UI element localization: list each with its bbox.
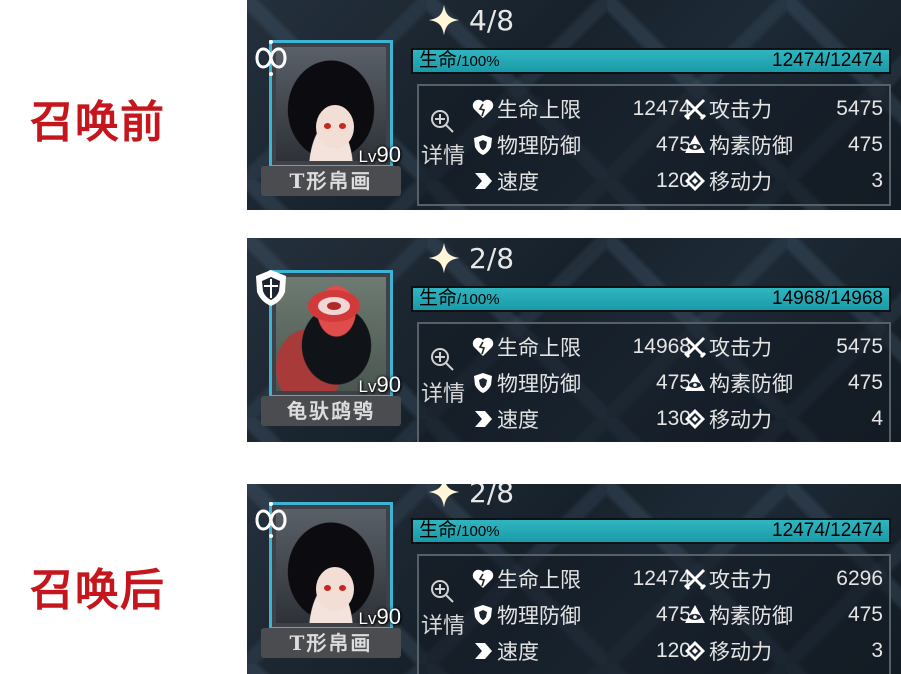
star-rank: 2/8 [427,484,514,512]
hp-label: 生命/100% [419,50,500,71]
label-before: 召唤前 [30,97,165,148]
unit-card-2[interactable]: 2/8 Lv90 龟驮鸱鸮 生命/100% 14968/14968 详情 生命上… [247,238,901,442]
stat-element-defense: 构素防御 475 [683,128,883,162]
details-label: 详情 [421,614,466,639]
move-diamond-icon [685,641,705,661]
magnifier-icon [431,580,454,603]
stat-speed: 速度 120 [471,164,691,198]
details-button[interactable]: 详情 [419,556,469,674]
sparkle-star-icon [428,4,460,36]
move-diamond-icon [685,409,705,429]
shield-icon [474,135,492,155]
shield-icon [474,605,492,625]
stat-movement: 移动力 4 [683,402,883,436]
heart-icon [472,337,494,356]
crossed-swords-icon [683,568,707,591]
eye-triangle-icon [685,135,705,153]
stats-panel: 详情 生命上限 12474 攻击力 6296 物理防御 475 构素防御 475… [417,554,891,674]
dash-arrow-icon [475,411,492,427]
stat-physical-defense: 物理防御 475 [471,366,691,400]
sparkle-star-icon [428,484,460,508]
star-count: 2/8 [469,241,515,275]
stat-speed: 速度 120 [471,634,691,668]
shield-type-icon [256,270,286,306]
hp-bar: 生命/100% 14968/14968 [411,286,891,312]
knot-type-icon [255,502,287,538]
stat-attack: 攻击力 5475 [683,92,883,126]
heart-icon [472,99,494,118]
details-button[interactable]: 详情 [419,324,469,442]
unit-name: T形帛画 [261,628,401,658]
level-badge: Lv90 [358,604,401,629]
stat-physical-defense: 物理防御 475 [471,598,691,632]
hp-value: 12474/12474 [772,50,883,71]
move-diamond-icon [685,171,705,191]
level-badge: Lv90 [358,372,401,397]
stat-max-hp: 生命上限 12474 [471,92,691,126]
stat-attack: 攻击力 5475 [683,330,883,364]
stat-speed: 速度 130 [471,402,691,436]
magnifier-icon [431,110,454,133]
stat-max-hp: 生命上限 14968 [471,330,691,364]
character-face [316,105,354,149]
details-label: 详情 [421,382,466,407]
shield-icon [474,373,492,393]
heart-icon [472,569,494,588]
hp-label: 生命/100% [419,520,500,541]
unit-card-3[interactable]: 2/8 Lv90 T形帛画 生命/100% 12474/12474 详情 生命上… [247,484,901,674]
hp-label: 生命/100% [419,288,500,309]
stat-movement: 移动力 3 [683,164,883,198]
stat-element-defense: 构素防御 475 [683,366,883,400]
stat-element-defense: 构素防御 475 [683,598,883,632]
stat-attack: 攻击力 6296 [683,562,883,596]
eye-triangle-icon [685,373,705,391]
eye-triangle-icon [685,605,705,623]
stats-panel: 详情 生命上限 14968 攻击力 5475 物理防御 475 构素防御 475… [417,322,891,442]
unit-name: 龟驮鸱鸮 [261,396,401,426]
magnifier-icon [431,348,454,371]
label-after: 召唤后 [30,565,165,616]
knot-type-icon [255,40,287,76]
stats-panel: 详情 生命上限 12474 攻击力 5475 物理防御 475 构素防御 475… [417,84,891,206]
hp-bar: 生命/100% 12474/12474 [411,518,891,544]
character-face [316,567,354,611]
level-badge: Lv90 [358,142,401,167]
red-rosette [308,290,360,322]
star-count: 4/8 [469,3,515,37]
hp-value: 14968/14968 [772,288,883,309]
star-rank: 4/8 [427,0,514,40]
hp-value: 12474/12474 [772,520,883,541]
details-button[interactable]: 详情 [419,86,469,204]
crossed-swords-icon [683,98,707,121]
unit-name: T形帛画 [261,166,401,196]
hp-bar: 生命/100% 12474/12474 [411,48,891,74]
details-label: 详情 [421,144,466,169]
stat-max-hp: 生命上限 12474 [471,562,691,596]
sparkle-star-icon [428,242,460,274]
crossed-swords-icon [683,336,707,359]
unit-card-1[interactable]: 4/8 Lv90 T形帛画 生命/100% 12474/12474 详情 生命上… [247,0,901,210]
stat-physical-defense: 物理防御 475 [471,128,691,162]
dash-arrow-icon [475,173,492,189]
star-count: 2/8 [469,484,515,509]
dash-arrow-icon [475,643,492,659]
star-rank: 2/8 [427,238,514,278]
stat-movement: 移动力 3 [683,634,883,668]
